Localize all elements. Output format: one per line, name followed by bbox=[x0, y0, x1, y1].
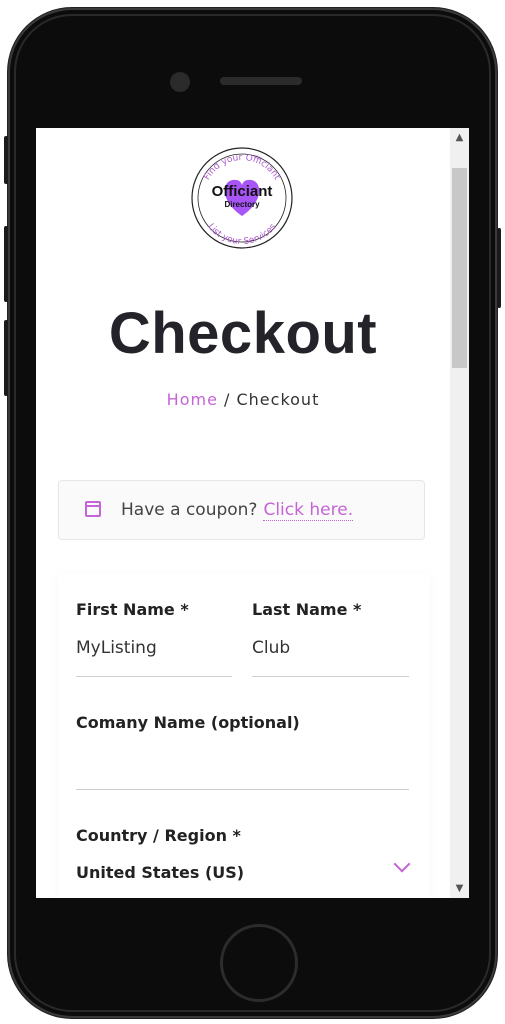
earpiece-speaker bbox=[220, 77, 302, 85]
breadcrumb-current: Checkout bbox=[236, 390, 320, 409]
last-name-input[interactable]: Club bbox=[252, 638, 290, 658]
company-name-underline bbox=[76, 789, 409, 790]
phone-mute-switch bbox=[4, 136, 8, 184]
billing-form: First Name * MyListing Last Name * Club … bbox=[58, 574, 430, 898]
breadcrumb-separator: / bbox=[224, 390, 231, 409]
scrollbar-track[interactable]: ▲ ▼ bbox=[450, 128, 469, 898]
coupon-click-here-link[interactable]: Click here. bbox=[263, 500, 354, 521]
logo-top-text: Find your Officiant bbox=[202, 153, 282, 182]
front-camera bbox=[170, 72, 190, 92]
officiant-directory-logo[interactable]: Find your Officiant Officiant Directory … bbox=[188, 144, 296, 252]
page-title: Checkout bbox=[108, 301, 378, 366]
company-name-label: Comany Name (optional) bbox=[76, 713, 300, 732]
logo-bottom-text: List your Services bbox=[205, 222, 278, 247]
first-name-label: First Name * bbox=[76, 600, 189, 619]
calendar-icon bbox=[85, 501, 101, 517]
phone-volume-down bbox=[4, 320, 8, 396]
first-name-input[interactable]: MyListing bbox=[76, 638, 157, 658]
chevron-down-icon[interactable] bbox=[393, 855, 411, 873]
last-name-underline bbox=[252, 676, 409, 677]
scroll-down-arrow-icon[interactable]: ▼ bbox=[453, 882, 466, 895]
home-button[interactable] bbox=[220, 924, 298, 1002]
breadcrumb-home-link[interactable]: Home bbox=[167, 390, 218, 409]
phone-screen: Find your Officiant Officiant Directory … bbox=[36, 128, 469, 898]
phone-volume-up bbox=[4, 226, 8, 302]
page-content: Find your Officiant Officiant Directory … bbox=[36, 128, 450, 898]
company-name-input[interactable] bbox=[76, 750, 409, 772]
coupon-notice: Have a coupon? Click here. bbox=[58, 480, 425, 540]
coupon-text: Have a coupon? Click here. bbox=[121, 500, 354, 521]
country-region-label: Country / Region * bbox=[76, 826, 241, 845]
first-name-underline bbox=[76, 676, 232, 677]
last-name-label: Last Name * bbox=[252, 600, 362, 619]
scrollbar-thumb[interactable] bbox=[452, 168, 467, 368]
country-region-select[interactable]: United States (US) bbox=[76, 863, 244, 882]
logo-name-line1: Officiant bbox=[212, 183, 273, 200]
coupon-prompt: Have a coupon? bbox=[121, 500, 258, 520]
breadcrumb: Home / Checkout bbox=[36, 390, 450, 409]
scroll-up-arrow-icon[interactable]: ▲ bbox=[453, 131, 466, 144]
logo-name-line2: Directory bbox=[224, 200, 260, 209]
phone-power-button bbox=[497, 228, 501, 308]
